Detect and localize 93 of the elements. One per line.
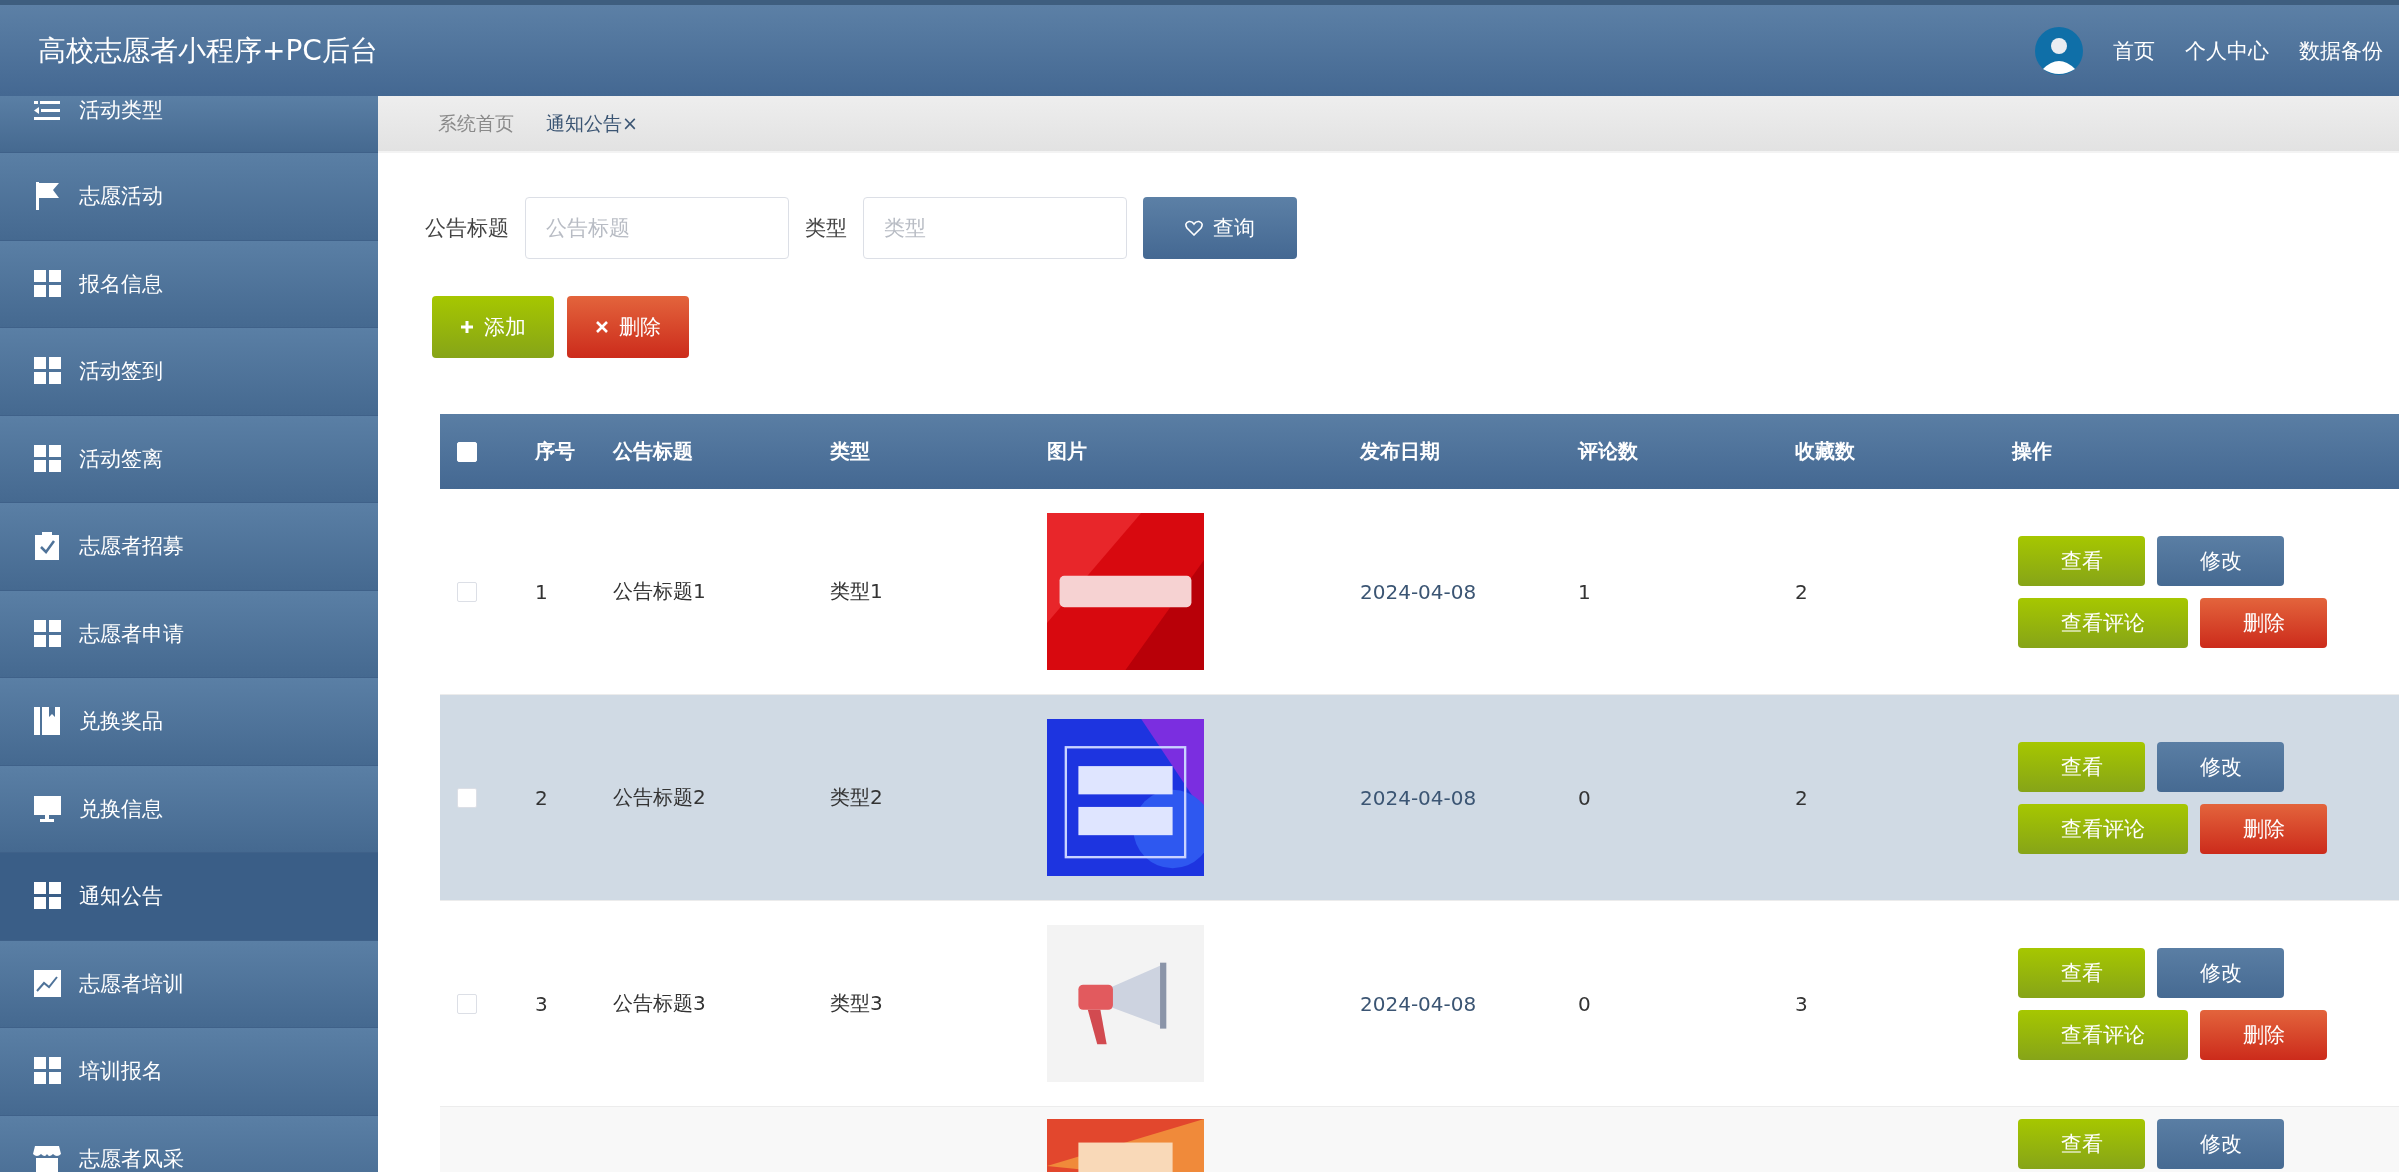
- table-cell: 类型2: [830, 784, 883, 811]
- sidebar-item[interactable]: 志愿者招募: [0, 503, 378, 591]
- shop-icon: [33, 1143, 62, 1172]
- chart-icon: [33, 968, 62, 999]
- sidebar-label: 志愿活动: [79, 183, 163, 211]
- grid-icon: [33, 356, 62, 387]
- delete-button[interactable]: 删除: [567, 296, 689, 358]
- delete-button[interactable]: 删除: [2200, 803, 2327, 854]
- edit-button[interactable]: 修改: [2157, 947, 2284, 998]
- delete-button[interactable]: 删除: [2200, 597, 2327, 648]
- sidebar-item[interactable]: 活动签到: [0, 328, 378, 416]
- sidebar-label: 报名信息: [79, 270, 163, 298]
- sidebar-item[interactable]: 报名信息: [0, 240, 378, 328]
- table-cell: 3: [1795, 991, 1808, 1016]
- sidebar-label: 通知公告: [79, 883, 163, 911]
- sidebar-item[interactable]: 活动签离: [0, 415, 378, 503]
- sidebar-label: 兑换信息: [79, 795, 163, 823]
- table-cell: 0: [1578, 785, 1591, 810]
- grid-icon: [33, 1056, 62, 1087]
- table-cell: 3: [535, 991, 548, 1016]
- row-checkbox[interactable]: [457, 581, 477, 602]
- table-cell: 公告标题3: [613, 990, 706, 1017]
- sidebar-label: 志愿者招募: [79, 533, 184, 561]
- plus-icon: [460, 320, 474, 334]
- sidebar-label: 志愿者风采: [79, 1145, 184, 1172]
- grid-icon: [33, 268, 62, 299]
- table-cell: 2: [1795, 785, 1808, 810]
- nav-link[interactable]: 数据备份: [2299, 36, 2383, 65]
- edit-button[interactable]: 修改: [2157, 1119, 2284, 1169]
- field-label: 类型: [805, 215, 847, 242]
- table-cell: 1: [535, 579, 548, 604]
- table-cell: 2024-04-08: [1360, 991, 1477, 1016]
- query-button[interactable]: 查询: [1143, 197, 1297, 259]
- table-cell: 2: [535, 785, 548, 810]
- sidebar-label: 兑换奖品: [79, 708, 163, 736]
- sidebar-item[interactable]: 志愿活动: [0, 153, 378, 241]
- sidebar-item[interactable]: 培训报名: [0, 1028, 378, 1116]
- table-cell: 公告标题2: [613, 784, 706, 811]
- table-cell: 2024-04-08: [1360, 785, 1477, 810]
- select-all-checkbox[interactable]: [457, 441, 477, 462]
- nav-link[interactable]: 个人中心: [2185, 36, 2269, 65]
- sidebar-item[interactable]: 兑换信息: [0, 765, 378, 853]
- row-checkbox[interactable]: [457, 993, 477, 1014]
- monitor-icon: [33, 793, 62, 824]
- column-header: 图片: [1047, 438, 1087, 465]
- sidebar-item[interactable]: 通知公告: [0, 853, 378, 941]
- column-header: 发布日期: [1360, 438, 1440, 465]
- search-field[interactable]: 公告标题: [525, 197, 789, 259]
- sidebar-label: 志愿者申请: [79, 620, 184, 648]
- sidebar-label: 活动签离: [79, 445, 163, 473]
- sidebar-item[interactable]: 兑换奖品: [0, 678, 378, 766]
- breadcrumb-tab[interactable]: 通知公告×: [546, 110, 638, 137]
- table-cell: 2: [1795, 579, 1808, 604]
- field-label: 公告标题: [425, 215, 509, 242]
- edit-button[interactable]: 修改: [2157, 741, 2284, 792]
- grid-icon: [33, 618, 62, 649]
- table-cell: 公告标题1: [613, 578, 706, 605]
- edit-button[interactable]: 修改: [2157, 535, 2284, 586]
- sidebar-label: 培训报名: [79, 1058, 163, 1086]
- avatar-icon: [2035, 26, 2083, 75]
- sidebar-item[interactable]: 志愿者培训: [0, 940, 378, 1028]
- search-field[interactable]: 类型: [863, 197, 1127, 259]
- book-icon: [33, 706, 62, 737]
- table-row[interactable]: 2 公告标题2 类型2 2024-04-08 0 2 查看 修改 查看评论 删除: [440, 695, 2399, 901]
- sidebar-label: 活动签到: [79, 358, 163, 386]
- breadcrumb-tab[interactable]: 系统首页: [438, 110, 514, 137]
- sidebar-label: 活动类型: [79, 97, 163, 124]
- row-checkbox[interactable]: [457, 787, 477, 808]
- sidebar-item[interactable]: 志愿者风采: [0, 1115, 378, 1172]
- table-cell: 2024-04-08: [1360, 579, 1477, 604]
- app-title: 高校志愿者小程序+PC后台: [38, 32, 378, 69]
- table-row[interactable]: 查看 修改: [440, 1107, 2399, 1172]
- table-cell: 0: [1578, 991, 1591, 1016]
- table-cell: 类型3: [830, 990, 883, 1017]
- column-header: 公告标题: [613, 438, 693, 465]
- nav-link[interactable]: 首页: [2113, 36, 2155, 65]
- grid-icon: [33, 443, 62, 474]
- delete-button[interactable]: 删除: [2200, 1009, 2327, 1060]
- column-header: 评论数: [1578, 438, 1638, 465]
- grid-icon: [33, 881, 62, 912]
- close-icon: [595, 320, 609, 334]
- clipboard-icon: [33, 531, 62, 562]
- sidebar-item[interactable]: 志愿者申请: [0, 590, 378, 678]
- heart-icon: [1185, 220, 1203, 236]
- table-cell: 1: [1578, 579, 1591, 604]
- column-header: 操作: [2012, 438, 2052, 465]
- table-cell: 类型1: [830, 578, 883, 605]
- column-header: 收藏数: [1795, 438, 1855, 465]
- column-header: 序号: [535, 438, 575, 465]
- flag-icon: [33, 181, 62, 212]
- sidebar-label: 志愿者培训: [79, 970, 184, 998]
- column-header: 类型: [830, 438, 870, 465]
- sidebar-item[interactable]: 活动类型: [0, 96, 378, 153]
